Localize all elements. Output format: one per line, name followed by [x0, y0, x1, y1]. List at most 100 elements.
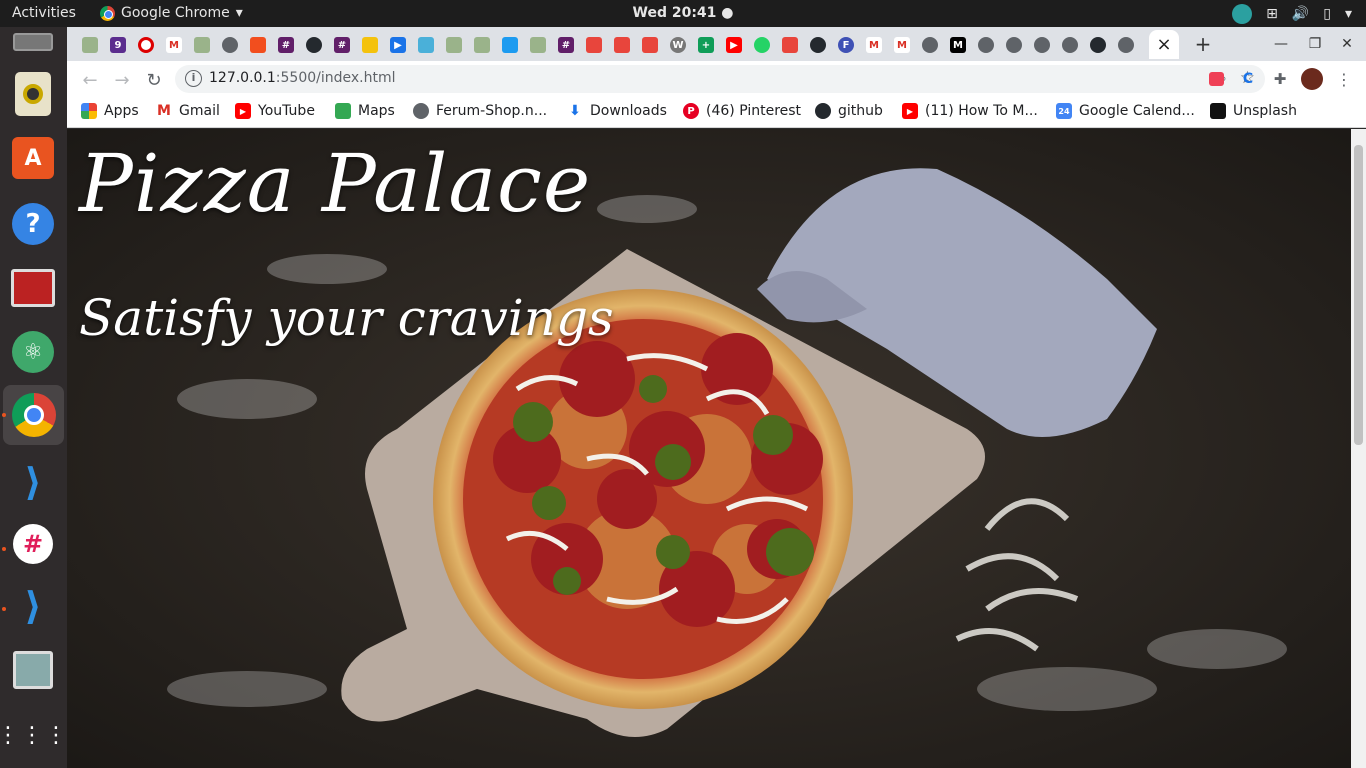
system-tray[interactable]: ⊞ 🔊 ▯ ▾: [1232, 4, 1352, 24]
tab[interactable]: [497, 32, 523, 58]
bookmark-unsplash[interactable]: Unsplash: [1210, 103, 1297, 119]
bookmark-apps[interactable]: Apps: [81, 103, 139, 119]
help-icon[interactable]: ?: [8, 199, 58, 249]
tab[interactable]: [441, 32, 467, 58]
tab[interactable]: #: [273, 32, 299, 58]
atom-icon[interactable]: ⚛: [8, 327, 58, 377]
reload-button[interactable]: ↻: [141, 67, 167, 93]
record-icon: [138, 37, 154, 53]
tab[interactable]: [1113, 32, 1139, 58]
vscode-window-icon[interactable]: ⟩: [8, 581, 58, 631]
chrome-icon: [100, 5, 115, 21]
tab[interactable]: 9: [105, 32, 131, 58]
tab[interactable]: [609, 32, 635, 58]
tab[interactable]: [245, 32, 271, 58]
github-icon: [306, 37, 322, 53]
chevron-down-icon[interactable]: ▾: [1345, 6, 1352, 22]
tab[interactable]: [525, 32, 551, 58]
tab[interactable]: #: [329, 32, 355, 58]
tab[interactable]: M: [945, 32, 971, 58]
tab-active[interactable]: ×: [1149, 30, 1179, 59]
activities-button[interactable]: Activities: [12, 5, 76, 21]
bookmark-downloads[interactable]: ⬇ Downloads: [567, 103, 667, 119]
extensions-puzzle-icon[interactable]: ✚: [1269, 68, 1291, 90]
tab[interactable]: [1029, 32, 1055, 58]
tab[interactable]: M: [161, 32, 187, 58]
chrome-icon[interactable]: [3, 385, 64, 445]
bookmark-label: (46) Pinterest: [706, 103, 802, 119]
page-scrollbar[interactable]: [1351, 129, 1366, 768]
tab[interactable]: W: [665, 32, 691, 58]
show-apps-icon[interactable]: ⋮⋮⋮: [0, 711, 67, 761]
tab[interactable]: #: [553, 32, 579, 58]
tab[interactable]: [917, 32, 943, 58]
bookmark-google-calendar[interactable]: 24 Google Calend...: [1056, 103, 1195, 119]
tab[interactable]: M: [861, 32, 887, 58]
tab[interactable]: [301, 32, 327, 58]
update-icon[interactable]: [1232, 4, 1253, 24]
tab[interactable]: [1001, 32, 1027, 58]
bookmark-youtube[interactable]: ▶ YouTube: [235, 103, 315, 119]
bookmark-pinterest[interactable]: P (46) Pinterest: [683, 103, 801, 119]
terminal-app-icon[interactable]: [8, 263, 58, 313]
volume-icon[interactable]: 🔊: [1292, 6, 1309, 22]
tab[interactable]: [217, 32, 243, 58]
maps-icon: [335, 103, 351, 119]
tab[interactable]: [973, 32, 999, 58]
minimize-button[interactable]: —: [1271, 34, 1291, 54]
gmail-icon: M: [166, 37, 182, 53]
bookmark-ferum-shop[interactable]: Ferum-Shop.n...: [413, 103, 547, 119]
files-icon[interactable]: [8, 27, 58, 57]
tab[interactable]: [189, 32, 215, 58]
address-bar[interactable]: i 127.0.0.1:5500/index.html ⌕ ☆: [175, 65, 1265, 93]
bookmark-maps[interactable]: Maps: [335, 103, 395, 119]
clock[interactable]: Wed 20:41: [633, 5, 717, 21]
scrollbar-thumb[interactable]: [1354, 145, 1363, 445]
tab[interactable]: [357, 32, 383, 58]
tab[interactable]: [77, 32, 103, 58]
tab[interactable]: [777, 32, 803, 58]
rhythmbox-icon[interactable]: [8, 69, 58, 119]
tab[interactable]: [805, 32, 831, 58]
pocket-icon[interactable]: [1205, 68, 1227, 90]
battery-icon[interactable]: ▯: [1323, 6, 1331, 22]
site-info-icon[interactable]: i: [185, 70, 202, 87]
favicon-icon: [474, 37, 490, 53]
tab[interactable]: ▶: [721, 32, 747, 58]
software-center-icon[interactable]: A: [8, 133, 58, 183]
close-window-button[interactable]: ✕: [1337, 34, 1357, 54]
forward-button[interactable]: →: [109, 67, 135, 93]
avatar[interactable]: [1301, 68, 1323, 90]
wordpress-icon: W: [670, 37, 686, 53]
tab[interactable]: ▶: [385, 32, 411, 58]
restore-button[interactable]: ❐: [1305, 34, 1325, 54]
extension-icon[interactable]: C: [1237, 68, 1259, 90]
tab[interactable]: [749, 32, 775, 58]
new-tab-button[interactable]: +: [1193, 32, 1213, 56]
tab[interactable]: [133, 32, 159, 58]
bookmark-github[interactable]: github: [815, 103, 883, 119]
favicon-icon: [446, 37, 462, 53]
image-viewer-icon[interactable]: [8, 645, 58, 695]
tab[interactable]: F: [833, 32, 859, 58]
slack-icon[interactable]: #: [8, 519, 58, 569]
app-menu[interactable]: Google Chrome ▾: [100, 5, 243, 21]
bookmark-how-to[interactable]: ▶ (11) How To M...: [902, 103, 1038, 119]
network-icon[interactable]: ⊞: [1266, 6, 1278, 22]
vscode-icon[interactable]: ⟩: [8, 457, 58, 507]
youtube-icon: ▶: [726, 37, 742, 53]
back-button[interactable]: ←: [77, 67, 103, 93]
tab[interactable]: [413, 32, 439, 58]
url-text[interactable]: 127.0.0.1:5500/index.html: [209, 70, 396, 86]
tab[interactable]: [581, 32, 607, 58]
tab[interactable]: [1085, 32, 1111, 58]
bookmark-gmail[interactable]: M Gmail: [156, 103, 220, 119]
menu-icon[interactable]: ⋮: [1333, 68, 1355, 90]
tab[interactable]: [1057, 32, 1083, 58]
bookmark-label: Gmail: [179, 103, 220, 119]
tab[interactable]: [637, 32, 663, 58]
tab[interactable]: M: [889, 32, 915, 58]
tab[interactable]: [469, 32, 495, 58]
close-tab-icon[interactable]: ×: [1156, 34, 1171, 55]
tab[interactable]: +: [693, 32, 719, 58]
